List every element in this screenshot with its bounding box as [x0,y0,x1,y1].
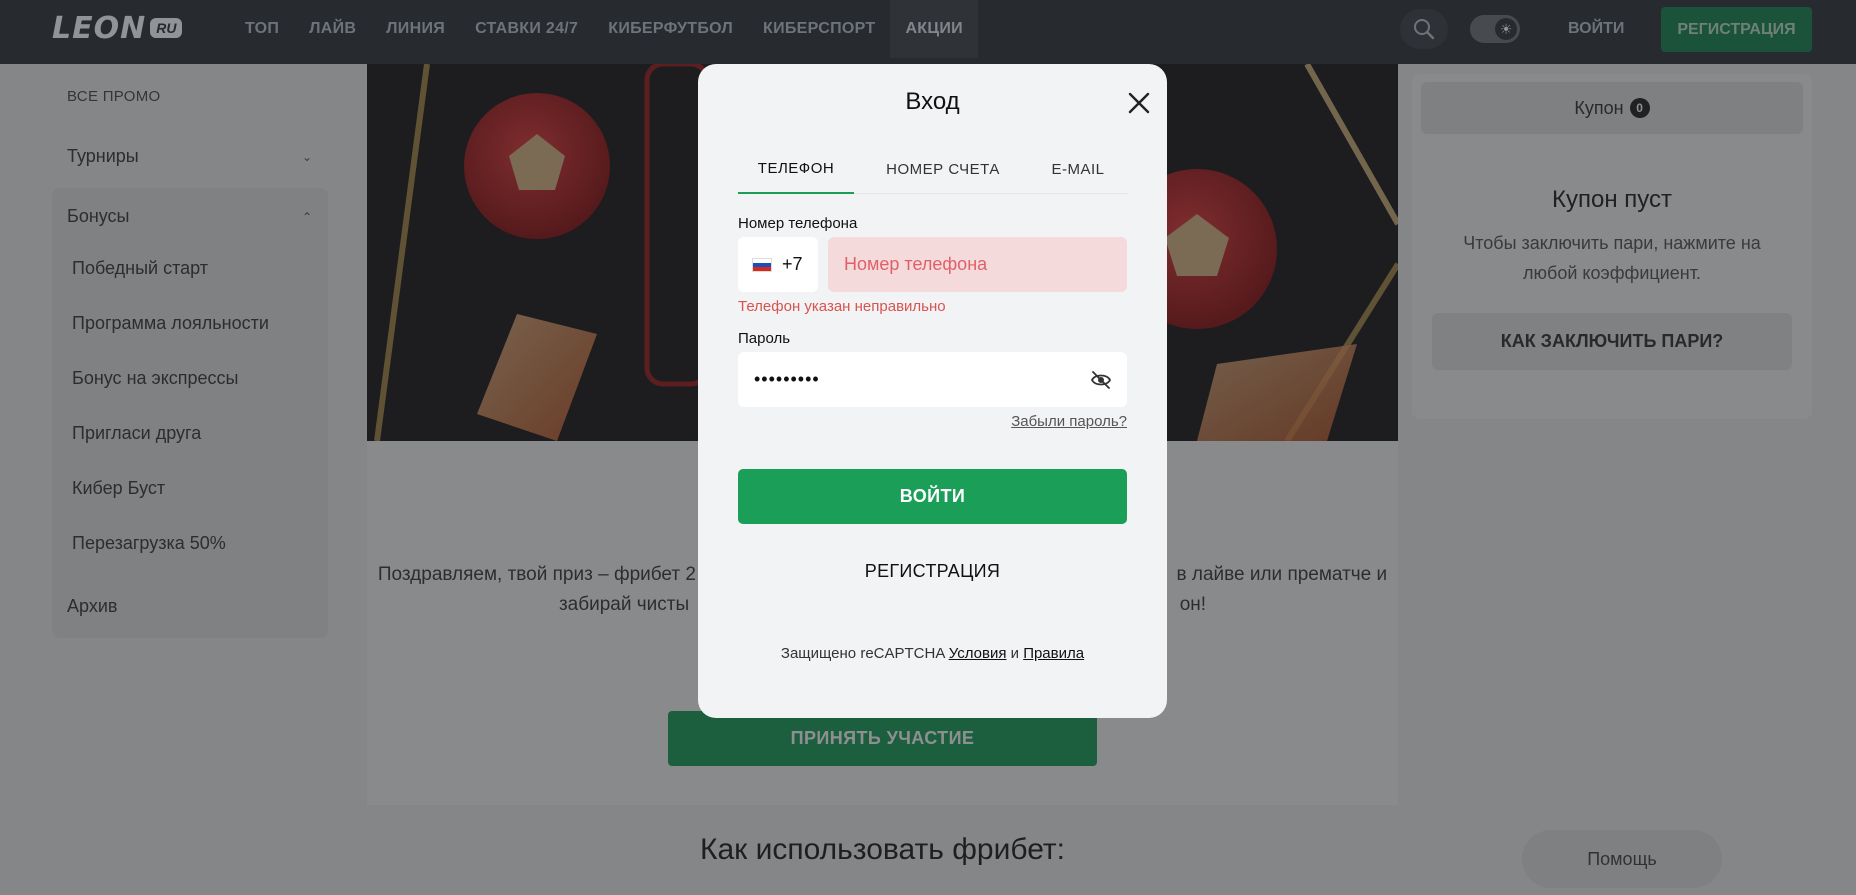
recaptcha-and: и [1010,645,1020,662]
tab-email[interactable]: E-MAIL [1028,144,1128,194]
close-icon[interactable] [1126,90,1152,116]
header-dim-overlay [0,0,1856,64]
recaptcha-notice: Защищено reCAPTCHA Условия и Правила [698,645,1167,662]
tab-account-number[interactable]: НОМЕР СЧЕТА [874,144,1012,194]
login-method-tabs: ТЕЛЕФОН НОМЕР СЧЕТА E-MAIL [738,144,1128,194]
country-code-select[interactable]: +7 [738,237,818,292]
password-label: Пароль [738,330,791,347]
login-submit-button[interactable]: ВОЙТИ [738,469,1127,524]
forgot-password-link[interactable]: Забыли пароль? [1008,413,1127,430]
russia-flag-icon [752,257,772,272]
hide-password-icon[interactable] [1090,369,1112,391]
phone-label: Номер телефона [738,215,858,232]
tab-phone[interactable]: ТЕЛЕФОН [738,144,854,194]
modal-register-button[interactable]: РЕГИСТРАЦИЯ [738,544,1127,599]
recaptcha-rules-link[interactable]: Правила [1023,645,1084,662]
recaptcha-terms-link[interactable]: Условия [949,645,1007,662]
country-code: +7 [782,254,803,274]
recaptcha-text: Защищено reCAPTCHA [780,645,945,662]
phone-input[interactable] [828,237,1127,292]
login-modal: Вход ТЕЛЕФОН НОМЕР СЧЕТА E-MAIL Номер те… [698,64,1167,718]
password-input[interactable] [738,352,1127,407]
phone-error-message: Телефон указан неправильно [738,298,946,315]
modal-title: Вход [905,88,960,115]
